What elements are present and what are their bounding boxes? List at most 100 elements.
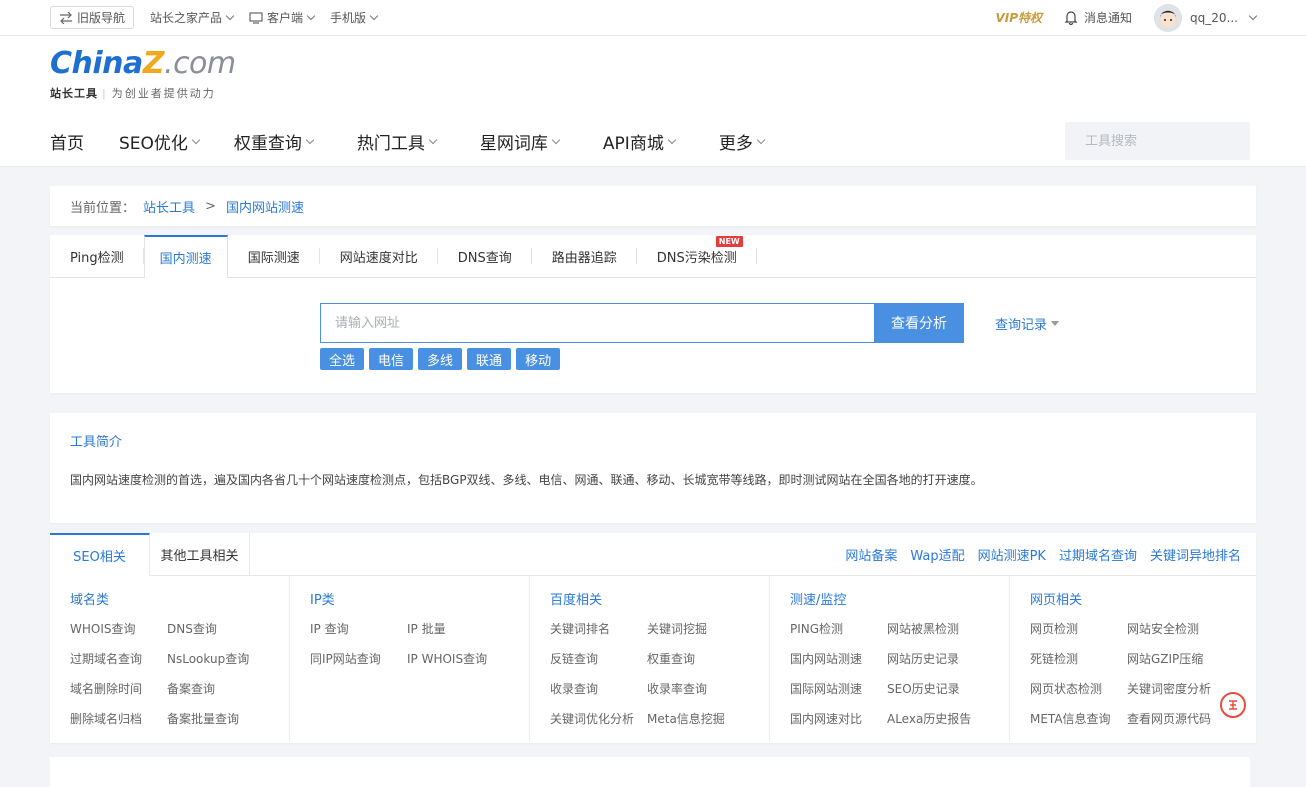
nav-seo[interactable]: SEO优化	[119, 129, 201, 154]
chevron-down-icon	[756, 135, 766, 145]
query-history-dropdown[interactable]: 查询记录	[995, 314, 1060, 333]
tool-link[interactable]: 网站被黑检测	[887, 614, 984, 644]
site-logo[interactable]: ChinaZ.com 站长工具 | 为创业者提供动力	[50, 46, 236, 101]
tool-link[interactable]: 域名删除时间	[70, 674, 167, 704]
filter-all[interactable]: 全选	[320, 348, 365, 370]
url-input[interactable]	[320, 303, 874, 343]
column-links: WHOIS查询 DNS查询 过期域名查询 NsLookup查询 域名删除时间 备…	[70, 614, 269, 734]
breadcrumb-item-current[interactable]: 国内网站测速	[226, 197, 304, 216]
tool-link[interactable]: 网站历史记录	[887, 644, 984, 674]
analyze-button[interactable]: 查看分析	[874, 303, 964, 343]
old-nav-button[interactable]: 旧版导航	[50, 6, 135, 29]
tab-seo-related[interactable]: SEO相关	[50, 533, 150, 576]
floating-helper-icon[interactable]	[1220, 692, 1246, 718]
tool-link[interactable]: 网站GZIP压缩	[1127, 644, 1224, 674]
tool-link[interactable]: 死链检测	[1030, 644, 1127, 674]
logo-z: Z	[142, 46, 165, 81]
tab-speed-compare[interactable]: 网站速度对比	[320, 235, 438, 277]
tab-international-speed[interactable]: 国际测速	[228, 235, 320, 277]
nav-hot-tools[interactable]: 热门工具	[357, 129, 438, 154]
column-links: PING检测 网站被黑检测 国内网站测速 网站历史记录 国际网站测速 SEO历史…	[790, 614, 989, 734]
tool-link[interactable]: WHOIS查询	[70, 614, 167, 644]
tool-link[interactable]: 国内网速对比	[790, 704, 887, 734]
tool-link[interactable]: 收录查询	[550, 674, 647, 704]
nav-keyword-lib[interactable]: 星网词库	[479, 129, 561, 154]
nav-weight[interactable]: 权重查询	[234, 129, 315, 154]
tool-link[interactable]: 反链查询	[550, 644, 647, 674]
tool-link[interactable]: IP WHOIS查询	[407, 644, 504, 674]
tool-link[interactable]: 关键词挖掘	[647, 614, 744, 644]
tab-label: DNS查询	[457, 250, 512, 266]
tool-link[interactable]: IP 查询	[310, 614, 407, 644]
chevron-down-icon	[191, 135, 201, 145]
tool-link[interactable]: 备案查询	[167, 674, 264, 704]
chevron-down-icon	[1248, 11, 1258, 21]
tool-link[interactable]: 同IP网站查询	[310, 644, 407, 674]
tool-link[interactable]: META信息查询	[1030, 704, 1127, 734]
tool-link[interactable]: ALexa历史报告	[887, 704, 984, 734]
chevron-down-icon	[667, 135, 677, 145]
tool-link[interactable]: 查看网页源代码	[1127, 704, 1224, 734]
tab-ping[interactable]: Ping检测	[50, 235, 144, 277]
old-nav-label: 旧版导航	[77, 11, 126, 25]
tool-link[interactable]: 收录率查询	[647, 674, 744, 704]
tab-other-tools[interactable]: 其他工具相关	[150, 533, 250, 575]
column-title: 网页相关	[1030, 593, 1083, 608]
quick-links: 网站备案 Wap适配 网站测速PK 过期域名查询 关键词异地排名	[832, 533, 1241, 576]
tab-domestic-speed[interactable]: 国内测速	[143, 235, 228, 278]
column-title: 百度相关	[550, 593, 603, 608]
products-menu[interactable]: 站长之家产品	[150, 9, 235, 26]
tab-traceroute[interactable]: 路由器追踪	[532, 235, 637, 277]
logo-slogan: 为创业者提供动力	[111, 87, 216, 100]
quick-link[interactable]: 关键词异地排名	[1150, 545, 1241, 564]
tab-dns-query[interactable]: DNS查询	[438, 235, 532, 277]
tool-link[interactable]: 国内网站测速	[790, 644, 887, 674]
tool-link[interactable]: 关键词优化分析	[550, 704, 647, 734]
tool-link[interactable]: 网页检测	[1030, 614, 1127, 644]
mobile-menu[interactable]: 手机版	[330, 9, 379, 26]
tool-link[interactable]: NsLookup查询	[167, 644, 264, 674]
nav-home[interactable]: 首页	[50, 129, 84, 154]
client-menu[interactable]: 客户端	[249, 9, 316, 26]
quick-link[interactable]: 网站测速PK	[978, 545, 1046, 564]
tool-link[interactable]: 过期域名查询	[70, 644, 167, 674]
quick-link[interactable]: 网站备案	[845, 545, 897, 564]
filter-mobile[interactable]: 移动	[516, 348, 561, 370]
tool-link[interactable]: 网页状态检测	[1030, 674, 1127, 704]
tool-link[interactable]: SEO历史记录	[887, 674, 984, 704]
notifications-button[interactable]: 消息通知	[1064, 9, 1132, 26]
tool-search-input[interactable]	[1085, 133, 1255, 149]
breadcrumb-item-tools[interactable]: 站长工具	[143, 197, 195, 216]
tool-link[interactable]: PING检测	[790, 614, 887, 644]
caret-down-icon	[1051, 320, 1060, 326]
quick-link[interactable]: Wap适配	[910, 545, 964, 564]
column-domain: 域名类 WHOIS查询 DNS查询 过期域名查询 NsLookup查询 域名删除…	[50, 576, 290, 742]
line-filters: 全选 电信 多线 联通 移动	[320, 348, 565, 370]
nav-more[interactable]: 更多	[719, 129, 766, 154]
tool-link[interactable]: 国际网站测速	[790, 674, 887, 704]
site-header: ChinaZ.com 站长工具 | 为创业者提供动力 首页 SEO优化 权重查询 热…	[0, 36, 1306, 167]
quick-link[interactable]: 过期域名查询	[1059, 545, 1137, 564]
tool-link[interactable]: 关键词密度分析	[1127, 674, 1224, 704]
filter-telecom[interactable]: 电信	[369, 348, 414, 370]
speed-test-panel: Ping检测 国内测速 国际测速 网站速度对比 DNS查询 路由器追踪 DNS污…	[50, 235, 1256, 393]
breadcrumb-label: 当前位置：	[70, 200, 136, 216]
tool-link[interactable]: 删除域名归档	[70, 704, 167, 734]
nav-api-mall[interactable]: API商城	[603, 129, 677, 154]
chevron-down-icon	[305, 135, 315, 145]
filter-unicom[interactable]: 联通	[467, 348, 512, 370]
bell-icon	[1064, 11, 1078, 25]
tool-link[interactable]: 备案批量查询	[167, 704, 264, 734]
user-menu[interactable]: qq_20...	[1154, 3, 1258, 32]
filter-multiline[interactable]: 多线	[418, 348, 463, 370]
tool-link[interactable]: 关键词排名	[550, 614, 647, 644]
nav-label: 星网词库	[479, 134, 548, 154]
vip-link[interactable]: VIP特权	[995, 9, 1042, 26]
tool-link[interactable]: 权重查询	[647, 644, 744, 674]
tool-link[interactable]: DNS查询	[167, 614, 264, 644]
column-speed-monitor: 测速/监控 PING检测 网站被黑检测 国内网站测速 网站历史记录 国际网站测速…	[770, 576, 1010, 742]
tool-link[interactable]: Meta信息挖掘	[647, 704, 744, 734]
tab-dns-pollution[interactable]: DNS污染检测 NEW	[637, 235, 757, 277]
tool-link[interactable]: IP 批量	[407, 614, 504, 644]
tool-link[interactable]: 网站安全检测	[1127, 614, 1224, 644]
